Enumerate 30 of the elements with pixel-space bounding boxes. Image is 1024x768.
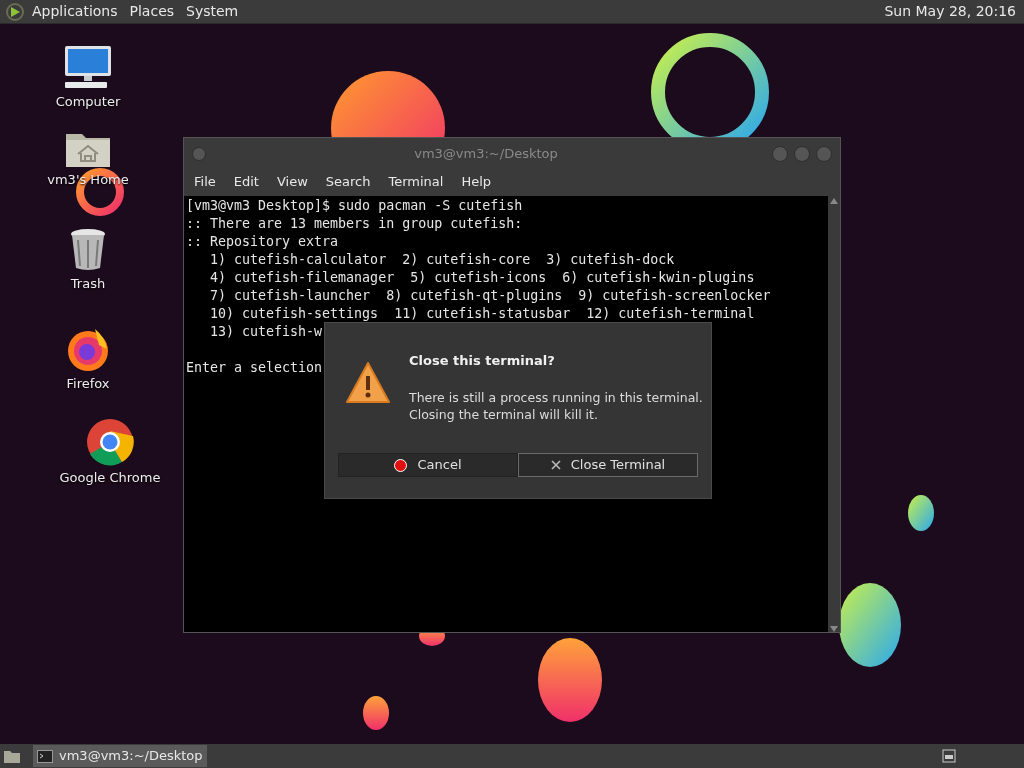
dialog-title: Close this terminal? [409, 352, 556, 370]
menu-item[interactable]: File [188, 172, 222, 192]
terminal-line: 10) cutefish-settings 11) cutefish-statusbar 12) cutefish-terminal [209, 305, 755, 323]
clock[interactable]: Sun May 28, 20:16 [884, 1, 1016, 22]
menu-item[interactable]: Search [319, 172, 377, 192]
panel-menu[interactable]: System [186, 1, 239, 22]
terminal-line: :: Repository extra [186, 233, 339, 251]
terminal-line: 1) cutefish-calculator 2) cutefish-core 3) cutefish-dock [209, 251, 675, 269]
menu-item[interactable]: View [270, 172, 314, 192]
desktop-icon-label[interactable]: Computer [55, 92, 121, 112]
terminal-line: 13) cutefish-w [209, 323, 323, 341]
menu-item[interactable]: Help [455, 172, 498, 192]
menu-item[interactable]: Terminal [382, 172, 450, 192]
taskbar-button[interactable]: vm3@vm3:~/Desktop [33, 745, 207, 767]
desktop-icon-label[interactable]: Firefox [66, 374, 110, 394]
desktop-icon-label[interactable]: Trash [70, 274, 106, 294]
dialog-message: Closing the terminal will kill it. [409, 405, 599, 423]
cancel-button[interactable]: Cancel [338, 453, 518, 477]
dialog-message: There is still a process running in this terminal. [409, 388, 703, 406]
terminal-line: :: There are 13 members in group cutefish: [186, 215, 523, 233]
terminal-line: 4) cutefish-filemanager 5) cutefish-icons 6) cutefish-kwin-plugins [209, 269, 755, 287]
window-title: vm3@vm3:~/Desktop [413, 144, 559, 163]
panel-menu[interactable]: Places [129, 1, 175, 22]
terminal-line: Enter a selection [186, 359, 323, 377]
menu-item[interactable]: Edit [227, 172, 265, 192]
terminal-line: [vm3@vm3 Desktop]$ sudo pacman -S cutefish [186, 197, 523, 215]
close-terminal-button[interactable]: Close Terminal [518, 453, 698, 477]
terminal-line: 7) cutefish-launcher 8) cutefish-qt-plugins 9) cutefish-screenlocker [209, 287, 771, 305]
desktop-icon-label[interactable]: Google Chrome [59, 468, 161, 488]
panel-menu[interactable]: Applications [32, 1, 118, 22]
